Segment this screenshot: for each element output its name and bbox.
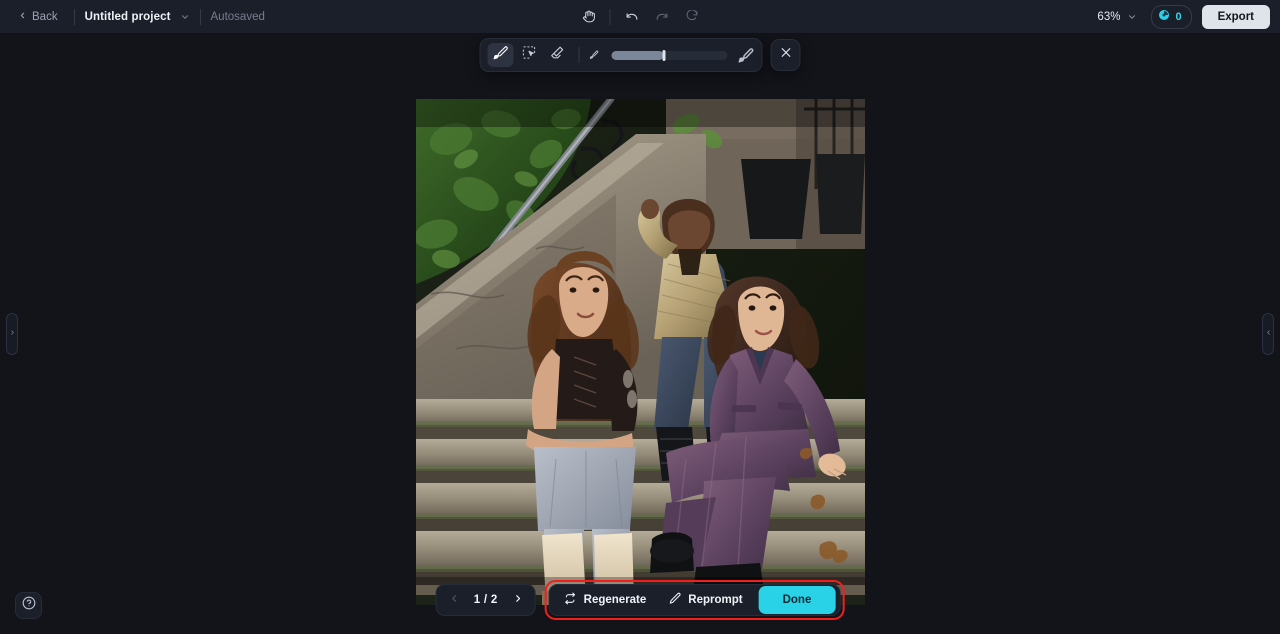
header-divider-3 <box>609 8 611 25</box>
brush-icon <box>493 45 508 65</box>
reset-button[interactable] <box>681 6 703 28</box>
right-panel-toggle[interactable] <box>1262 313 1274 355</box>
chevron-left-icon <box>1265 325 1272 343</box>
export-button[interactable]: Export <box>1201 5 1270 29</box>
zoom-control[interactable]: 63% <box>1093 8 1141 26</box>
toolbar-divider <box>578 47 580 63</box>
eraser-tool[interactable] <box>544 43 570 67</box>
reprompt-button[interactable]: Reprompt <box>658 587 752 613</box>
header-divider-2 <box>199 8 201 25</box>
header-right-group: 63% 0 Export <box>1093 0 1270 34</box>
project-dropdown-button[interactable] <box>180 12 190 22</box>
credits-badge[interactable]: 0 <box>1151 5 1192 29</box>
brush-size-slider-thumb[interactable] <box>662 49 666 61</box>
header-divider-1 <box>73 8 75 25</box>
image-pager: 1 / 2 <box>435 584 536 616</box>
project-title: Untitled project <box>84 10 171 23</box>
brush-tool[interactable] <box>487 43 514 67</box>
header-left-group: Back Untitled project Autosaved <box>0 7 265 27</box>
regenerate-label: Regenerate <box>583 594 647 606</box>
chevron-left-icon <box>18 11 27 23</box>
credits-count: 0 <box>1175 11 1182 23</box>
large-brush-icon[interactable] <box>738 47 755 63</box>
brush-toolbar <box>479 38 763 72</box>
pan-tool-button[interactable] <box>578 6 600 28</box>
close-x-icon <box>779 46 792 64</box>
close-toolbar-button[interactable] <box>770 39 801 71</box>
next-image-button[interactable] <box>507 588 529 612</box>
done-button[interactable]: Done <box>758 586 836 614</box>
prev-image-button[interactable] <box>443 588 465 612</box>
chevron-right-icon <box>512 591 523 609</box>
undo-button[interactable] <box>621 6 643 28</box>
editor-canvas[interactable] <box>0 34 1280 634</box>
brush-size-slider-fill <box>611 50 664 60</box>
pencil-icon <box>668 592 681 608</box>
magic-select-icon <box>521 45 536 65</box>
photo-artwork <box>416 99 865 605</box>
action-button-group: Regenerate Reprompt Done <box>548 584 841 616</box>
regenerate-button[interactable]: Regenerate <box>554 587 657 613</box>
app-header: Back Untitled project Autosaved 63% 0 Ex… <box>0 0 1280 34</box>
redo-button[interactable] <box>651 6 673 28</box>
smart-select-tool[interactable] <box>516 43 542 67</box>
page-indicator: 1 / 2 <box>473 594 498 606</box>
small-brush-icon[interactable] <box>589 49 601 61</box>
generated-image[interactable] <box>416 99 865 605</box>
brush-toolbar-group <box>479 38 801 72</box>
brush-size-slider[interactable] <box>611 49 728 61</box>
credit-coin-icon <box>1158 8 1170 26</box>
refresh-swap-icon <box>564 592 577 608</box>
help-button[interactable] <box>15 592 42 619</box>
question-mark-circle-icon <box>22 596 36 615</box>
back-label: Back <box>32 10 58 23</box>
back-button[interactable]: Back <box>12 7 64 27</box>
reprompt-label: Reprompt <box>688 594 743 606</box>
actions-highlight-box: Regenerate Reprompt Done <box>544 580 845 620</box>
left-panel-toggle[interactable] <box>6 313 18 355</box>
chevron-down-icon <box>1127 12 1137 22</box>
zoom-level-label: 63% <box>1097 11 1121 23</box>
header-center-tools <box>578 6 703 28</box>
chevron-left-icon <box>448 591 459 609</box>
chevron-right-icon <box>9 325 16 343</box>
autosave-status: Autosaved <box>210 10 265 23</box>
image-editor-app: Back Untitled project Autosaved 63% 0 Ex… <box>0 0 1280 634</box>
eraser-icon <box>549 45 564 65</box>
bottom-action-bar: 1 / 2 Regenerate Reprompt Done <box>435 580 845 620</box>
